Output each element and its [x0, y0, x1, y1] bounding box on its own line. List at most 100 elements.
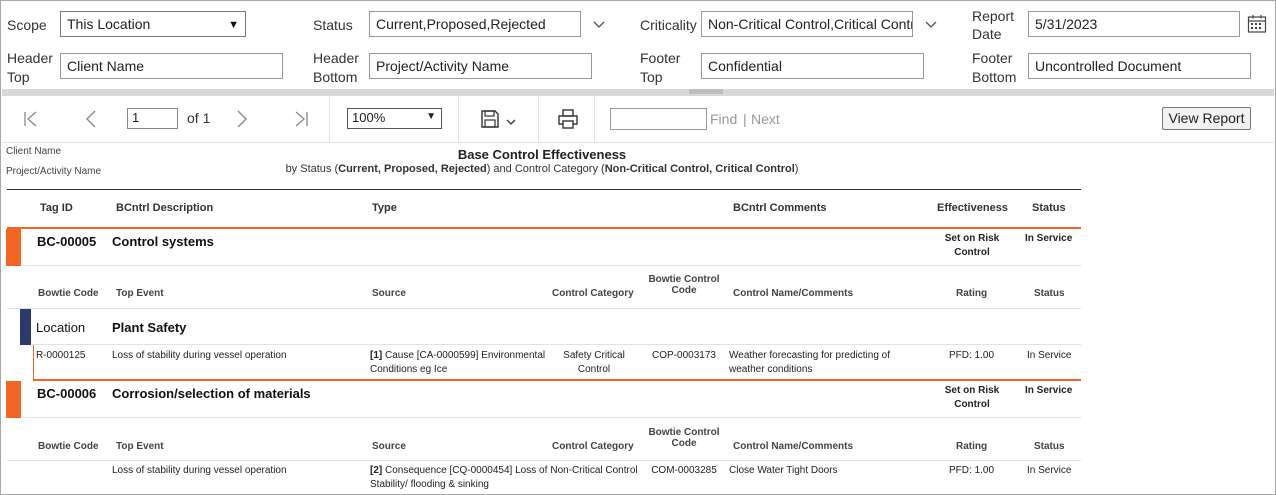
col-type: Type	[372, 202, 397, 214]
report-body: Client Name Project/Activity Name Base C…	[2, 144, 1274, 494]
subcol-rating: Rating	[956, 288, 988, 299]
col-effectiveness: Effectiveness	[937, 202, 1008, 214]
footer-bottom-field[interactable]: Uncontrolled Document	[1028, 53, 1251, 79]
header-top-label-line2: Top	[7, 69, 30, 85]
status-field[interactable]: Current,Proposed,Rejected	[369, 11, 581, 37]
control-marker	[6, 229, 21, 266]
footer-top-label-line2: Top	[640, 69, 663, 85]
header-top-label-line1: Header	[7, 50, 53, 66]
row-bowtie-code: R-0000125	[36, 350, 86, 361]
find-link[interactable]: Find	[710, 111, 737, 127]
col-tag-id: Tag ID	[40, 202, 73, 214]
next-page-icon[interactable]	[233, 110, 251, 128]
toolbar-separator	[458, 96, 459, 142]
row-control-code: COM-0003285	[651, 465, 717, 476]
dropdown-arrow-icon: ▼	[426, 111, 436, 122]
row-control-category: Safety Critical Control	[563, 350, 625, 375]
row-source: [1] Cause [CA-0000599] Environmental Con…	[370, 350, 546, 375]
report-date-label-line2: Date	[972, 26, 1002, 42]
subcol-control-category: Control Category	[552, 288, 634, 299]
subcol-control-name: Control Name/Comments	[733, 288, 854, 299]
report-toolbar: 1 of 1 100% ▼ Find | Next View Report	[2, 96, 1274, 143]
parameter-panel: Scope This Location ▼ Status Current,Pro…	[2, 2, 1274, 89]
control-tag: BC-00005	[37, 234, 97, 249]
scope-select[interactable]: This Location ▼	[60, 11, 246, 37]
location-label: Location	[36, 320, 86, 335]
row-rating: PFD: 1.00	[949, 465, 995, 476]
criticality-chevron-down-icon[interactable]	[924, 18, 938, 32]
control-tag: BC-00006	[37, 386, 97, 401]
status-chevron-down-icon[interactable]	[592, 18, 606, 32]
control-description: Control systems	[112, 234, 214, 249]
find-next-link[interactable]: Next	[751, 111, 780, 127]
page-number-input[interactable]: 1	[127, 108, 178, 129]
subcol-bowtie-control-code: Bowtie Control Code	[648, 427, 720, 449]
control-description: Corrosion/selection of materials	[112, 386, 311, 401]
row-divider	[22, 265, 1081, 266]
print-icon[interactable]	[557, 108, 579, 130]
zoom-value: 100%	[352, 110, 386, 125]
status-label: Status	[313, 17, 353, 33]
row-orange-edge	[33, 345, 34, 379]
subcol-top-event: Top Event	[116, 441, 164, 452]
header-bottom-field[interactable]: Project/Activity Name	[369, 53, 592, 79]
calendar-icon[interactable]	[1247, 14, 1267, 34]
header-top-field[interactable]: Client Name	[60, 53, 283, 79]
header-rule	[7, 189, 1081, 190]
first-page-icon[interactable]	[22, 110, 40, 128]
row-control-name: Close Water Tight Doors	[729, 465, 838, 476]
find-separator: |	[743, 111, 747, 127]
last-page-icon[interactable]	[292, 110, 310, 128]
footer-top-label-line1: Footer	[640, 50, 681, 66]
col-description: BCntrl Description	[116, 202, 214, 214]
collapse-handle[interactable]	[689, 89, 723, 94]
previous-page-icon[interactable]	[82, 110, 100, 128]
row-divider	[22, 417, 1081, 418]
row-top-event: Loss of stability during vessel operatio…	[112, 465, 287, 476]
location-marker	[20, 309, 31, 345]
toolbar-separator	[329, 96, 330, 142]
footer-top-field[interactable]: Confidential	[701, 53, 924, 79]
dropdown-arrow-icon: ▼	[228, 19, 239, 31]
save-icon[interactable]	[480, 109, 500, 129]
row-control-category: Non-Critical Control	[550, 465, 638, 476]
footer-bottom-label-line2: Bottom	[972, 69, 1017, 85]
report-subtitle: by Status (Current, Proposed, Rejected) …	[285, 163, 799, 175]
subcol-source: Source	[372, 288, 406, 299]
subcol-source: Source	[372, 441, 406, 452]
report-title: Base Control Effectiveness	[457, 147, 627, 162]
subcol-rating: Rating	[956, 441, 988, 452]
zoom-select[interactable]: 100% ▼	[347, 108, 442, 129]
find-input[interactable]	[610, 108, 707, 130]
control-status: In Service	[1025, 233, 1073, 244]
header-bottom-label-line1: Header	[313, 50, 359, 66]
row-divider	[7, 308, 1081, 309]
criticality-field[interactable]: Non-Critical Control,Critical Contro	[701, 11, 913, 37]
row-status: In Service	[1027, 465, 1072, 476]
row-status: In Service	[1027, 350, 1072, 361]
row-control-name: Weather forecasting for predicting of we…	[729, 350, 891, 375]
report-date-label-line1: Report	[972, 8, 1015, 24]
view-report-button[interactable]: View Report	[1162, 107, 1251, 130]
row-top-event: Loss of stability during vessel operatio…	[112, 350, 287, 361]
subcol-bowtie-code: Bowtie Code	[38, 288, 99, 299]
col-status: Status	[1032, 202, 1066, 214]
subcol-bowtie-control-code: Bowtie Control Code	[648, 274, 720, 296]
location-value: Plant Safety	[112, 320, 187, 335]
report-viewer: Scope This Location ▼ Status Current,Pro…	[0, 0, 1276, 495]
toolbar-separator	[594, 96, 595, 142]
export-chevron-down-icon[interactable]	[505, 117, 517, 127]
subcol-control-name: Control Name/Comments	[733, 441, 854, 452]
control-marker	[6, 381, 21, 418]
col-comments: BCntrl Comments	[733, 202, 827, 214]
control-effectiveness: Set on Risk Control	[944, 385, 1000, 410]
report-date-field[interactable]: 5/31/2023	[1028, 11, 1240, 37]
parameter-splitter[interactable]	[2, 89, 1274, 96]
row-orange-rule	[33, 379, 1081, 381]
scope-label: Scope	[7, 17, 47, 33]
row-divider	[7, 460, 1081, 461]
footer-bottom-label-line1: Footer	[972, 50, 1013, 66]
header-bottom-label-line2: Bottom	[313, 69, 358, 85]
page-count: of 1	[187, 110, 211, 126]
subcol-control-category: Control Category	[552, 441, 634, 452]
